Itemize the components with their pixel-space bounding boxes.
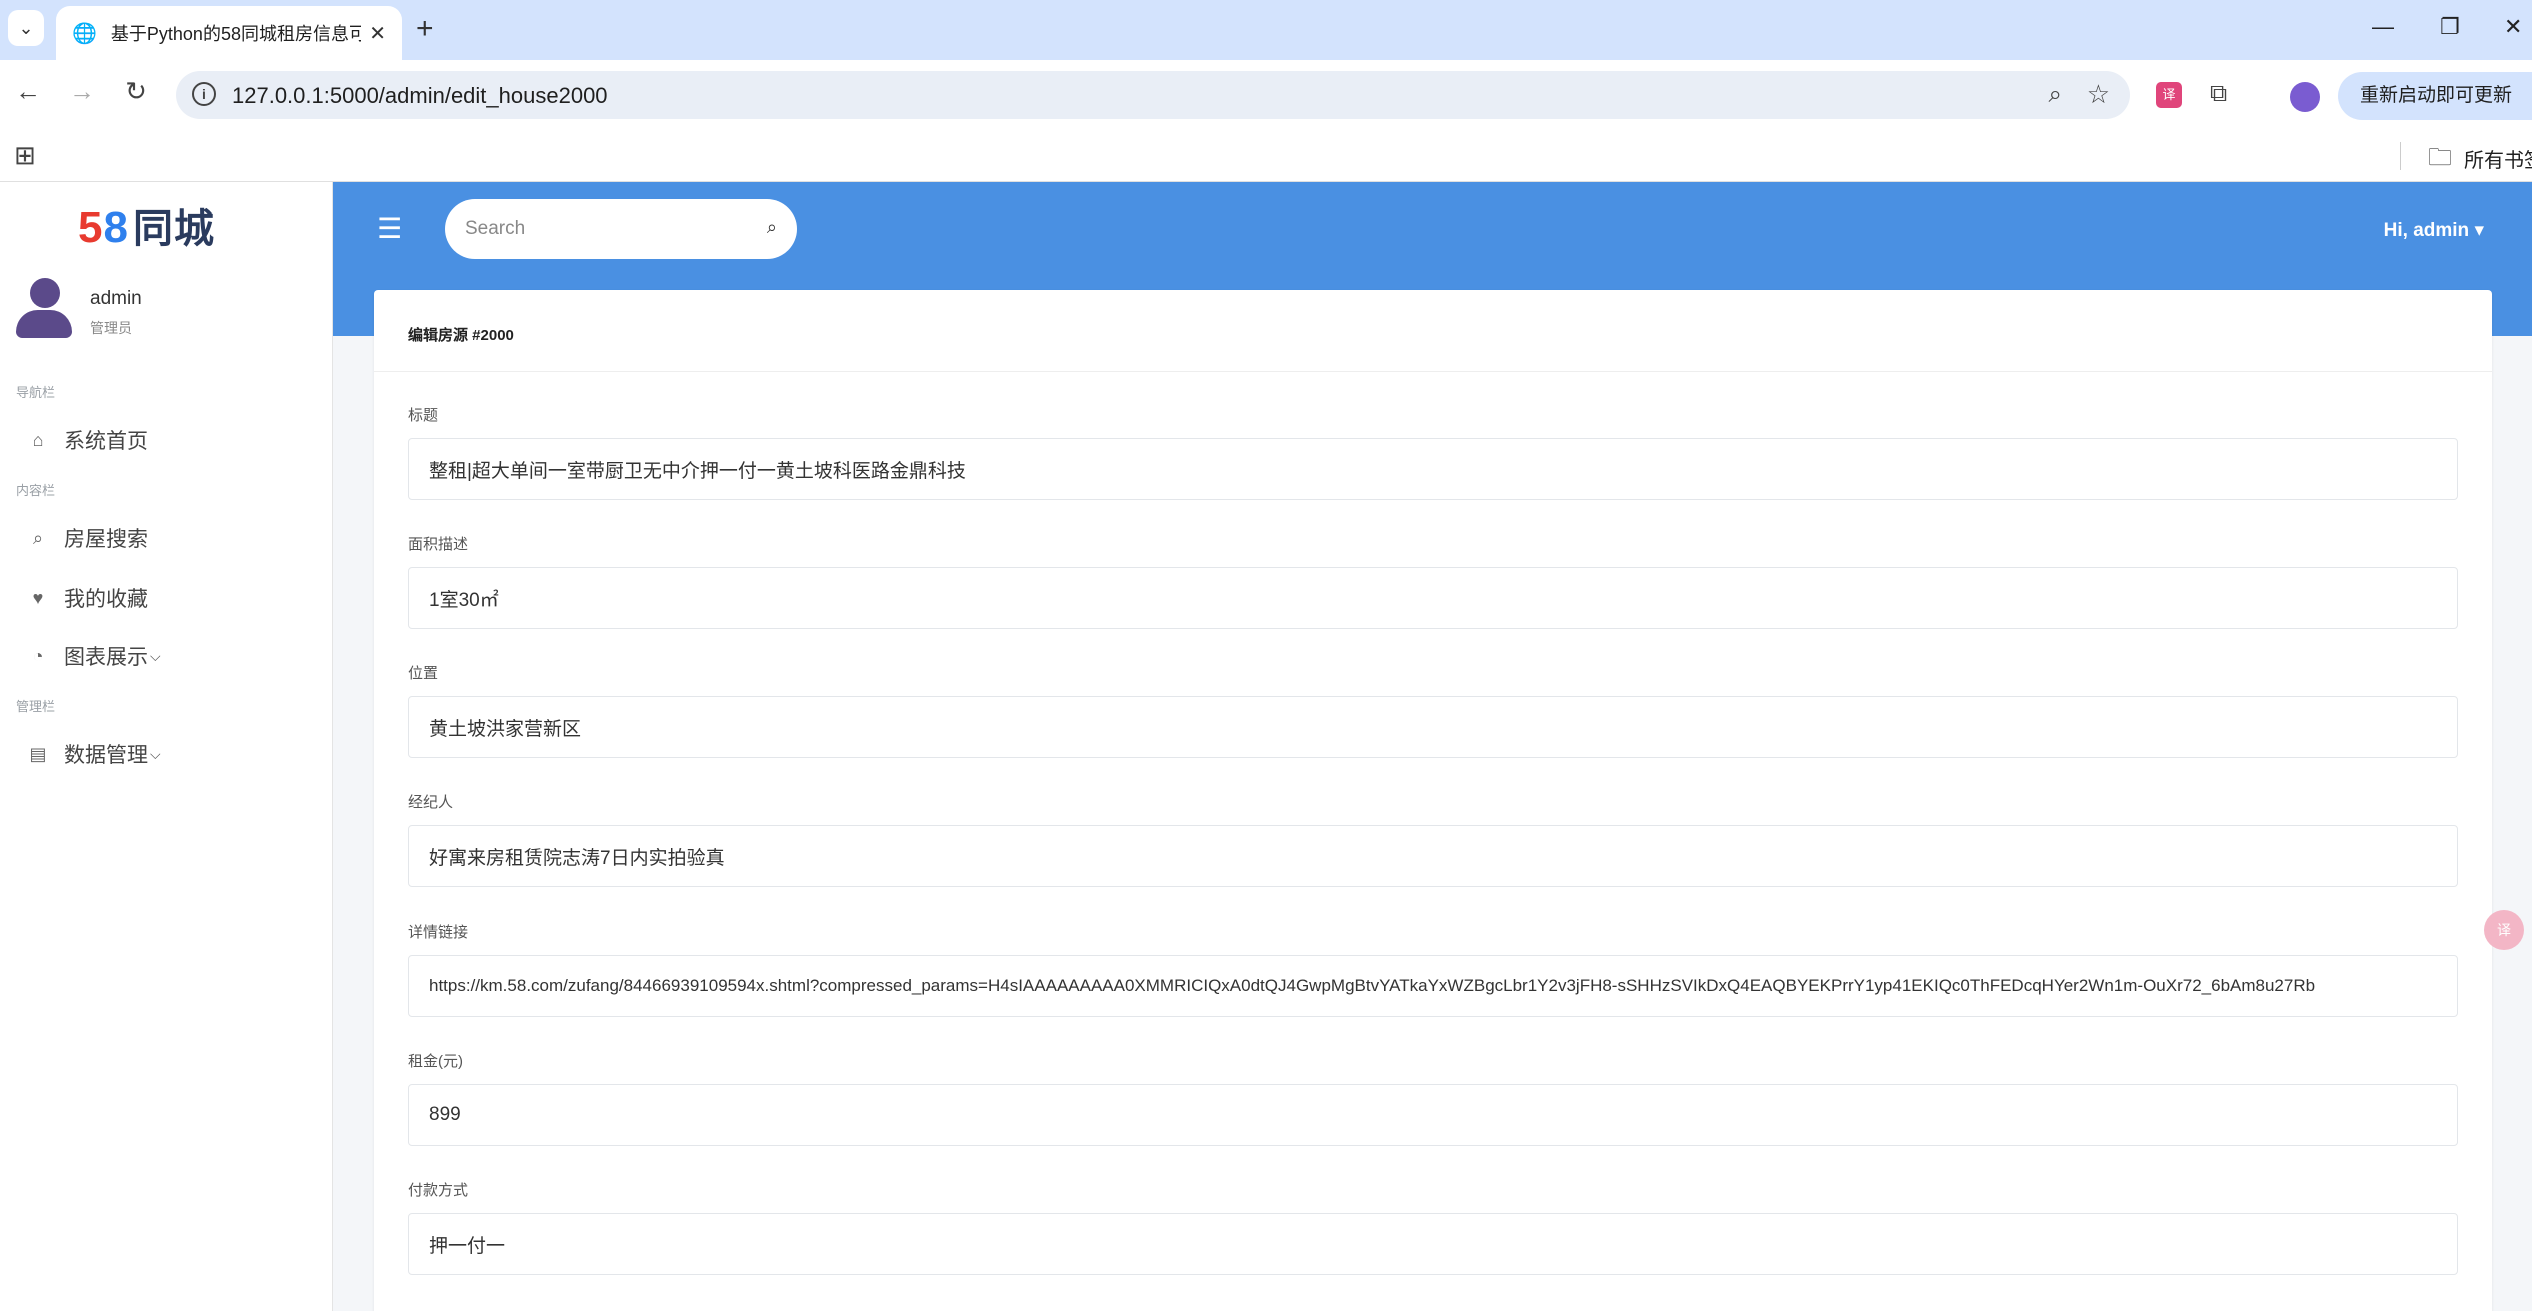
address-bar[interactable]: i 127.0.0.1:5000/admin/edit_house2000 ⌕ …: [176, 71, 2130, 119]
chevron-down-icon: ⌵: [150, 647, 161, 664]
back-icon[interactable]: ←: [10, 76, 46, 107]
link-field[interactable]: [409, 956, 2457, 1016]
zoom-icon[interactable]: ⌕: [2049, 81, 2062, 109]
url-text[interactable]: 127.0.0.1:5000/admin/edit_house2000: [232, 83, 608, 109]
area-label: 面积描述: [408, 536, 469, 553]
tab-close-icon[interactable]: ✕: [369, 21, 386, 46]
greeting-text: Hi, admin: [2383, 220, 2470, 241]
title-label: 标题: [408, 407, 439, 424]
heart-icon: ♥: [32, 587, 44, 608]
rent-field-wrapper: [408, 1084, 2458, 1146]
browser-toolbar: ← → ↻ i 127.0.0.1:5000/admin/edit_house2…: [0, 60, 2532, 130]
card-title: 编辑房源 #2000: [408, 327, 514, 344]
browser-tabbar: ⌄ 🌐 基于Python的58同城租房信息可视化系统 ✕ + — ❐ ✕: [0, 0, 2532, 60]
title-field[interactable]: [409, 439, 2457, 499]
area-field-wrapper: [408, 567, 2458, 629]
section-label-nav: 导航栏: [16, 385, 56, 400]
reload-icon[interactable]: ↻: [118, 76, 154, 107]
location-field-wrapper: [408, 696, 2458, 758]
sidebar-item-label: 数据管理: [64, 744, 148, 767]
logo-digit-eight: 8: [103, 203, 129, 252]
tab-title: 基于Python的58同城租房信息可视化系统: [110, 24, 361, 44]
search-icon: ⌕: [32, 527, 44, 548]
bookmarks-bar: ⊞ 🗀 所有书签: [0, 130, 2532, 182]
location-label: 位置: [408, 665, 439, 682]
logo-digit-five: 5: [78, 203, 104, 252]
sidebar-item-search[interactable]: ⌕ 房屋搜索: [26, 520, 148, 556]
card-header: 编辑房源 #2000: [374, 290, 2492, 372]
window-close-icon[interactable]: ✕: [2504, 14, 2522, 40]
hamburger-menu-icon[interactable]: ☰: [377, 212, 402, 245]
user-menu[interactable]: Hi, admin ▾: [2384, 219, 2484, 242]
caret-down-icon: ▾: [2474, 220, 2484, 241]
globe-icon: 🌐: [72, 22, 97, 45]
site-logo[interactable]: 58 同城: [78, 196, 215, 254]
link-label: 详情链接: [408, 924, 469, 941]
rent-field[interactable]: [409, 1085, 2457, 1145]
document-icon: ▤: [29, 743, 47, 764]
user-name: admin: [90, 288, 142, 309]
search-box: ⌕: [445, 199, 797, 259]
sidebar: 58 同城 admin 管理员 导航栏 ⌂ 系统首页 内容栏 ⌕ 房屋搜索 ♥ 我…: [0, 182, 333, 1311]
rent-label: 租金(元): [408, 1053, 463, 1070]
apps-grid-icon[interactable]: ⊞: [14, 140, 36, 171]
bookmarks-divider: [2400, 142, 2401, 170]
payment-field[interactable]: [409, 1214, 2457, 1274]
edit-house-card: 编辑房源 #2000 标题 面积描述 位置 经纪人 详情链接 租金(元) 付款方…: [374, 290, 2492, 1311]
logo-text: 同城: [132, 207, 215, 251]
sidebar-item-label: 我的收藏: [64, 588, 148, 611]
site-info-icon[interactable]: i: [192, 82, 216, 106]
pie-chart-icon: ◔: [32, 645, 44, 666]
section-label-content: 内容栏: [16, 483, 56, 498]
sidebar-item-label: 房屋搜索: [64, 528, 148, 551]
bookmark-star-icon[interactable]: ☆: [2087, 79, 2110, 110]
payment-field-wrapper: [408, 1213, 2458, 1275]
folder-icon[interactable]: 🗀: [2428, 140, 2452, 181]
app-viewport: 58 同城 admin 管理员 导航栏 ⌂ 系统首页 内容栏 ⌕ 房屋搜索 ♥ 我…: [0, 182, 2532, 1311]
update-button[interactable]: 重新启动即可更新: [2338, 72, 2532, 120]
restore-icon[interactable]: ❐: [2440, 14, 2460, 40]
agent-field-wrapper: [408, 825, 2458, 887]
search-input[interactable]: [465, 199, 735, 259]
link-field-wrapper: [408, 955, 2458, 1017]
title-field-wrapper: [408, 438, 2458, 500]
translate-extension-icon[interactable]: 译: [2156, 82, 2182, 108]
agent-label: 经纪人: [408, 794, 454, 811]
tab-search-button[interactable]: ⌄: [8, 10, 44, 46]
browser-tab-active[interactable]: 🌐 基于Python的58同城租房信息可视化系统 ✕: [56, 6, 402, 60]
area-field[interactable]: [409, 568, 2457, 628]
sidebar-item-charts[interactable]: ◔ 图表展示 ⌵: [26, 638, 161, 674]
profile-avatar[interactable]: [2290, 82, 2320, 112]
sidebar-item-label: 系统首页: [64, 430, 148, 453]
chevron-down-icon: ⌵: [150, 745, 161, 762]
user-avatar-icon: [16, 278, 72, 338]
chevron-down-icon: ⌄: [18, 17, 34, 38]
location-field[interactable]: [409, 697, 2457, 757]
sidebar-item-favorites[interactable]: ♥ 我的收藏: [26, 580, 148, 616]
user-role: 管理员: [90, 320, 132, 336]
forward-icon[interactable]: →: [64, 76, 100, 107]
sidebar-item-label: 图表展示: [64, 646, 148, 669]
new-tab-button[interactable]: +: [416, 12, 434, 46]
agent-field[interactable]: [409, 826, 2457, 886]
translate-float-icon[interactable]: 译: [2484, 910, 2524, 950]
home-icon: ⌂: [32, 429, 44, 450]
minimize-icon[interactable]: —: [2372, 14, 2394, 40]
search-icon[interactable]: ⌕: [767, 217, 777, 238]
extensions-puzzle-icon[interactable]: ⧉: [2210, 80, 2227, 108]
all-bookmarks-link[interactable]: 所有书签: [2464, 144, 2532, 173]
section-label-manage: 管理栏: [16, 699, 56, 714]
sidebar-item-home[interactable]: ⌂ 系统首页: [26, 422, 148, 458]
payment-label: 付款方式: [408, 1182, 469, 1199]
sidebar-item-data[interactable]: ▤ 数据管理 ⌵: [26, 736, 161, 772]
